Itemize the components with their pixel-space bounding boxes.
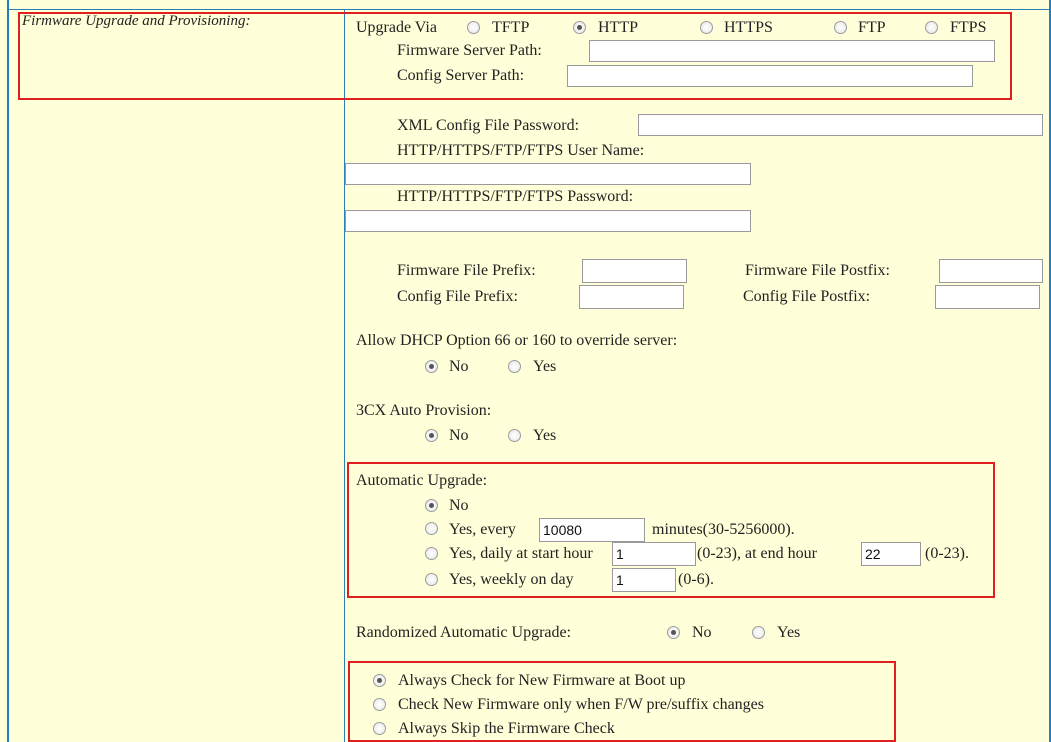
automatic-upgrade-daily-radio[interactable] <box>425 547 438 560</box>
randomized-upgrade-no-radio[interactable] <box>667 626 680 639</box>
automatic-upgrade-weekly-input[interactable] <box>612 568 676 592</box>
auto-provision-yes-radio[interactable] <box>508 429 521 442</box>
automatic-upgrade-weekly-label: Yes, weekly on day <box>449 571 574 588</box>
automatic-upgrade-no-radio[interactable] <box>425 499 438 512</box>
automatic-upgrade-label: Automatic Upgrade: <box>356 472 488 489</box>
firmware-check-always-boot-radio[interactable] <box>373 674 386 687</box>
firmware-postfix-input[interactable] <box>939 259 1043 283</box>
user-name-label: HTTP/HTTPS/FTP/FTPS User Name: <box>397 142 645 159</box>
automatic-upgrade-every-radio[interactable] <box>425 522 438 535</box>
frame-left-border <box>7 0 9 742</box>
config-postfix-label: Config File Postfix: <box>743 288 871 305</box>
automatic-upgrade-no-label: No <box>449 497 469 514</box>
upgrade-via-label: Upgrade Via <box>356 19 437 36</box>
password-input[interactable] <box>345 210 751 232</box>
user-name-input[interactable] <box>345 163 751 185</box>
firmware-check-on-change-label: Check New Firmware only when F/W pre/suf… <box>398 696 764 713</box>
upgrade-via-http-label: HTTP <box>598 19 638 36</box>
firmware-server-path-input[interactable] <box>589 40 995 62</box>
auto-provision-no-label: No <box>449 427 469 444</box>
randomized-upgrade-yes-radio[interactable] <box>752 626 765 639</box>
config-prefix-input[interactable] <box>579 285 684 309</box>
xml-config-password-label: XML Config File Password: <box>397 117 580 134</box>
table-column-divider <box>344 10 345 742</box>
upgrade-via-ftp-radio[interactable] <box>834 21 847 34</box>
config-postfix-input[interactable] <box>935 285 1040 309</box>
firmware-prefix-input[interactable] <box>582 259 687 283</box>
firmware-check-skip-radio[interactable] <box>373 722 386 735</box>
automatic-upgrade-daily-unit: (0-23). <box>925 545 969 562</box>
firmware-check-skip-label: Always Skip the Firmware Check <box>398 720 615 737</box>
upgrade-via-tftp-radio[interactable] <box>467 21 480 34</box>
automatic-upgrade-daily-label: Yes, daily at start hour <box>449 545 593 562</box>
auto-provision-label: 3CX Auto Provision: <box>356 402 492 419</box>
randomized-upgrade-label: Randomized Automatic Upgrade: <box>356 624 572 641</box>
dhcp-override-no-radio[interactable] <box>425 360 438 373</box>
config-prefix-label: Config File Prefix: <box>397 288 518 305</box>
upgrade-via-ftp-label: FTP <box>858 19 886 36</box>
auto-provision-yes-label: Yes <box>533 427 557 444</box>
dhcp-override-yes-radio[interactable] <box>508 360 521 373</box>
dhcp-override-no-label: No <box>449 358 469 375</box>
config-server-path-input[interactable] <box>567 65 973 87</box>
automatic-upgrade-weekly-radio[interactable] <box>425 573 438 586</box>
automatic-upgrade-every-unit: minutes(30-5256000). <box>652 521 795 538</box>
automatic-upgrade-daily-mid: (0-23), at end hour <box>697 545 817 562</box>
config-server-path-label: Config Server Path: <box>397 67 525 84</box>
upgrade-via-tftp-label: TFTP <box>492 19 530 36</box>
upgrade-via-https-radio[interactable] <box>700 21 713 34</box>
automatic-upgrade-every-input[interactable] <box>539 518 645 542</box>
table-top-border <box>9 9 1049 10</box>
firmware-postfix-label: Firmware File Postfix: <box>745 262 890 279</box>
auto-provision-no-radio[interactable] <box>425 429 438 442</box>
firmware-check-always-boot-label: Always Check for New Firmware at Boot up <box>398 672 686 689</box>
automatic-upgrade-daily-start-input[interactable] <box>612 542 696 566</box>
xml-config-password-input[interactable] <box>638 114 1043 136</box>
randomized-upgrade-no-label: No <box>692 624 712 641</box>
upgrade-via-ftps-radio[interactable] <box>925 21 938 34</box>
dhcp-override-yes-label: Yes <box>533 358 557 375</box>
firmware-check-on-change-radio[interactable] <box>373 698 386 711</box>
automatic-upgrade-every-label: Yes, every <box>449 521 516 538</box>
automatic-upgrade-weekly-unit: (0-6). <box>678 571 714 588</box>
firmware-prefix-label: Firmware File Prefix: <box>397 262 536 279</box>
firmware-server-path-label: Firmware Server Path: <box>397 42 542 59</box>
dhcp-override-label: Allow DHCP Option 66 or 160 to override … <box>356 332 678 349</box>
randomized-upgrade-yes-label: Yes <box>777 624 801 641</box>
upgrade-via-ftps-label: FTPS <box>950 19 987 36</box>
password-label: HTTP/HTTPS/FTP/FTPS Password: <box>397 188 634 205</box>
upgrade-via-https-label: HTTPS <box>724 19 773 36</box>
automatic-upgrade-daily-end-input[interactable] <box>861 542 921 566</box>
upgrade-via-http-radio[interactable] <box>573 21 586 34</box>
